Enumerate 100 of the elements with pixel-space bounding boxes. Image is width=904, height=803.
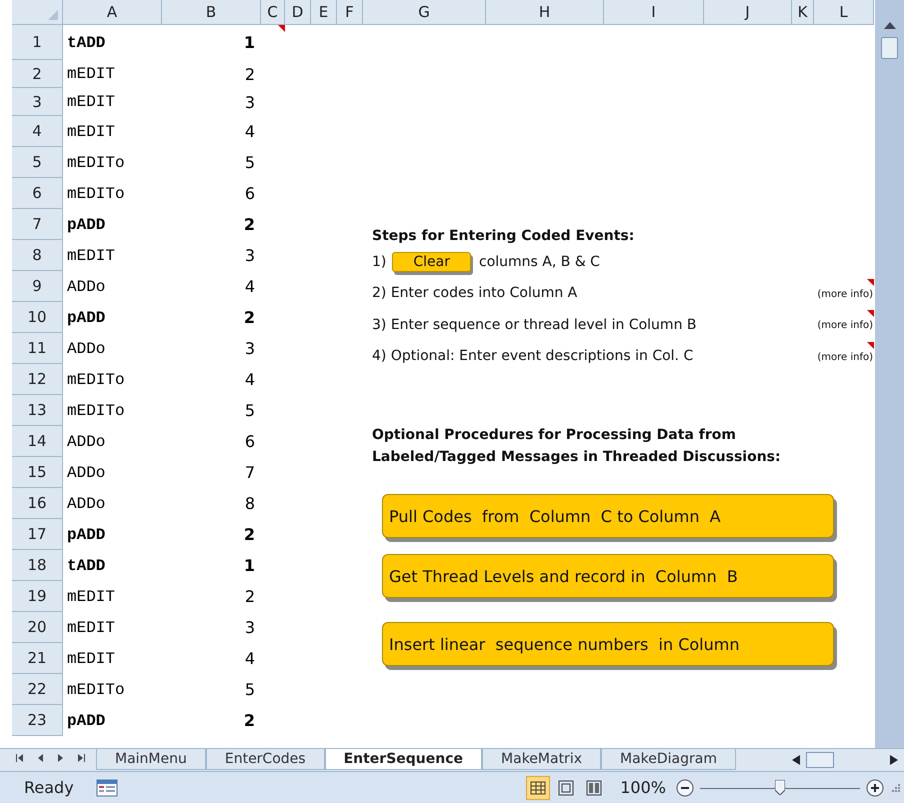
row-header[interactable]: 12	[12, 364, 63, 395]
row-header[interactable]: 13	[12, 395, 63, 426]
more-info-note: (more info)	[817, 288, 873, 300]
table-cell-text: mEDIT	[66, 586, 116, 608]
zoom-level[interactable]: 100%	[620, 778, 666, 798]
row-header[interactable]: 1	[12, 25, 63, 60]
column-header[interactable]: J	[704, 0, 792, 25]
first-sheet-icon[interactable]	[16, 753, 26, 764]
table-cell-text: 3	[244, 338, 256, 360]
table-cell-text: mEDITo	[66, 370, 126, 390]
table-cell-text: 4	[244, 276, 256, 298]
zoom-slider-thumb[interactable]	[775, 780, 785, 795]
last-sheet-icon[interactable]	[76, 753, 86, 764]
scroll-left-icon[interactable]	[792, 755, 800, 766]
table-cell-text: mEDITo	[66, 184, 126, 204]
table-cell-text: tADD	[66, 556, 106, 576]
table-cell-text: pADD	[66, 710, 106, 732]
table-cell-text: 7	[244, 462, 256, 484]
row-header[interactable]: 6	[12, 178, 63, 209]
table-cell-text: 4	[244, 369, 256, 391]
table-cell-text: 5	[244, 400, 256, 422]
table-cell-text: ADDo	[66, 276, 106, 298]
column-header[interactable]: K	[792, 0, 814, 25]
status-text: Ready	[23, 778, 75, 798]
column-header[interactable]: A	[63, 0, 162, 25]
table-cell-text: 8	[244, 493, 256, 515]
corner-triangle-icon	[48, 10, 58, 20]
table-cell-text: mEDIT	[66, 246, 116, 266]
sheet-tab[interactable]: MainMenu	[96, 749, 206, 770]
clear-button[interactable]: Clear	[392, 252, 471, 272]
row-header[interactable]: 16	[12, 488, 63, 519]
sheet-tab[interactable]: MakeDiagram	[601, 749, 736, 770]
table-cell-text: mEDITo	[66, 400, 126, 422]
table-cell-text: ADDo	[66, 338, 106, 360]
section-heading: Optional Procedures for Processing Data from Labeled/Tagged Messages in Threaded Discussions:	[372, 426, 782, 467]
column-header[interactable]: F	[337, 0, 363, 25]
row-header[interactable]: 2	[12, 60, 63, 88]
table-cell-text: 3	[244, 92, 256, 114]
row-header[interactable]: 4	[12, 116, 63, 147]
table-cell-text: pADD	[66, 524, 106, 546]
resize-grip-icon[interactable]	[892, 784, 900, 792]
zoom-out-icon[interactable]	[676, 778, 694, 797]
row-header[interactable]: 11	[12, 333, 63, 364]
row-header[interactable]: 20	[12, 612, 63, 643]
column-header[interactable]: C	[261, 0, 285, 25]
row-header[interactable]: 18	[12, 550, 63, 581]
row-header[interactable]: 15	[12, 457, 63, 488]
table-cell-text: mEDIT	[66, 122, 116, 142]
table-cell-text: 4	[244, 648, 256, 670]
row-header[interactable]: 17	[12, 519, 63, 550]
sheet-tab[interactable]: MakeMatrix	[482, 749, 601, 770]
sheet-icon[interactable]	[96, 778, 118, 797]
row-header[interactable]: 5	[12, 147, 63, 178]
more-info-note: (more info)	[817, 352, 873, 362]
sheet-tab[interactable]: EnterSequence	[324, 749, 482, 770]
table-cell-text: 1	[242, 555, 256, 577]
scroll-right-icon[interactable]	[890, 755, 898, 766]
table-cell-text: 2	[242, 214, 256, 236]
row-header[interactable]: 21	[12, 643, 63, 674]
table-cell-text: 5	[244, 679, 256, 701]
table-cell-text: 3	[244, 617, 256, 639]
step-text: 3) Enter sequence or thread level in Column B	[372, 316, 696, 333]
column-header[interactable]: E	[311, 0, 337, 25]
column-header[interactable]: D	[285, 0, 311, 25]
column-header[interactable]: H	[486, 0, 604, 25]
step-text: 4) Optional: Enter event descriptions in Col. C	[372, 348, 694, 364]
step-text: columns A, B & C	[479, 254, 600, 270]
table-cell-text: 4	[244, 121, 256, 143]
column-header[interactable]: L	[814, 0, 874, 25]
step-text: 2) Enter codes into Column A	[372, 285, 578, 302]
column-header[interactable]: I	[604, 0, 704, 25]
previous-sheet-icon[interactable]	[36, 753, 46, 764]
table-cell-text: 2	[242, 710, 256, 732]
scrollbar-thumb[interactable]	[806, 752, 834, 768]
row-header[interactable]: 22	[12, 674, 63, 705]
zoom-in-icon[interactable]	[866, 778, 884, 797]
row-header[interactable]: 3	[12, 88, 63, 116]
table-cell-text: mEDIT	[66, 618, 116, 638]
normal-view-icon[interactable]	[526, 776, 550, 800]
column-header[interactable]: B	[162, 0, 261, 25]
table-cell-text: pADD	[66, 214, 106, 236]
table-cell-text: 6	[244, 183, 256, 205]
table-cell-text: mEDIT	[66, 64, 116, 85]
row-header[interactable]: 9	[12, 271, 63, 302]
scrollbar-thumb[interactable]	[881, 37, 898, 59]
table-cell-text: 2	[244, 586, 256, 608]
row-header[interactable]: 10	[12, 302, 63, 333]
sheet-tab[interactable]: EnterCodes	[206, 749, 325, 770]
column-header[interactable]: G	[363, 0, 486, 25]
row-header[interactable]: 23	[12, 705, 63, 736]
section-heading: Steps for Entering Coded Events:	[372, 227, 636, 246]
row-header[interactable]: 7	[12, 209, 63, 240]
table-cell-text: mEDITo	[66, 152, 126, 174]
table-cell-text: ADDo	[66, 462, 106, 484]
more-info-note: (more info)	[817, 320, 873, 331]
row-header[interactable]: 19	[12, 581, 63, 612]
table-cell-text: 2	[242, 307, 256, 329]
table-cell-text: 2	[244, 64, 256, 86]
row-header[interactable]: 8	[12, 240, 63, 271]
row-header[interactable]: 14	[12, 426, 63, 457]
